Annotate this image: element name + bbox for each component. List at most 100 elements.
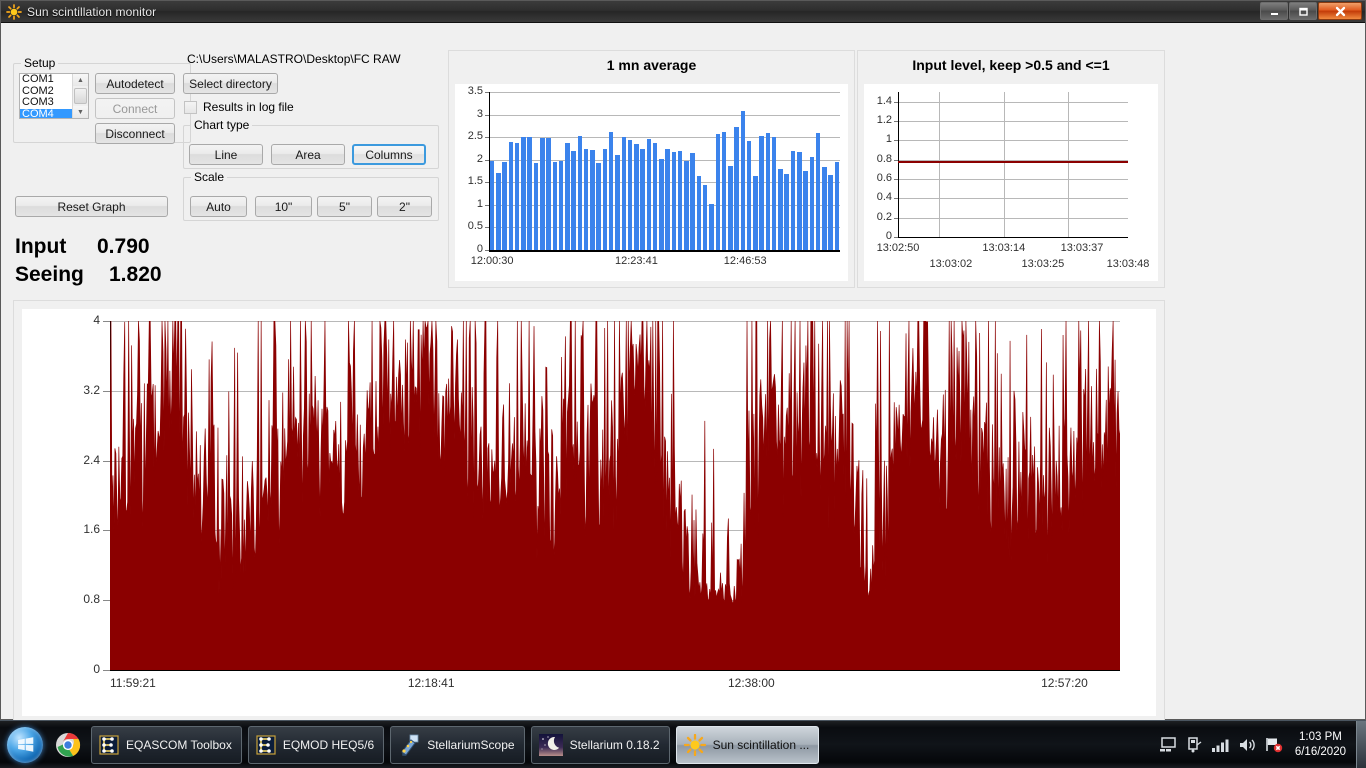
bar[interactable] [815, 132, 821, 250]
bar[interactable] [514, 143, 520, 250]
taskbar-button-stellarium[interactable]: Stellarium 0.18.2 [530, 725, 670, 764]
bar[interactable] [721, 132, 727, 250]
y-axis-tick-label: 3 [476, 107, 483, 120]
grid-line [898, 140, 1128, 142]
bar[interactable] [634, 143, 639, 250]
usb-eject-icon[interactable] [1186, 736, 1202, 753]
select-directory-button[interactable]: Select directory [183, 73, 278, 94]
autodetect-button[interactable]: Autodetect [95, 73, 175, 94]
bar[interactable] [784, 174, 789, 250]
bar[interactable] [596, 163, 601, 250]
bar[interactable] [558, 161, 564, 250]
scroll-down-icon[interactable]: ▼ [73, 106, 88, 118]
scale-10s-button[interactable]: 10" [255, 196, 312, 217]
x-axis [898, 237, 1128, 238]
bar[interactable] [489, 161, 495, 250]
x-axis-tick-label: 12:00:30 [470, 255, 514, 267]
bar[interactable] [608, 132, 614, 250]
bar[interactable] [540, 137, 545, 250]
results-log-checkbox[interactable] [184, 100, 197, 114]
bar[interactable] [552, 161, 558, 250]
bar[interactable] [621, 136, 626, 250]
bar[interactable] [665, 148, 670, 250]
connect-button[interactable]: Connect [95, 98, 175, 119]
reset-graph-button[interactable]: Reset Graph [15, 196, 168, 217]
bar[interactable] [640, 149, 645, 250]
one-minute-average-chart[interactable]: 0 0.5 1 1.5 2 2.5 3 3.5 12:00:30 12:23:41 12:46:53 [455, 84, 848, 281]
bar[interactable] [652, 143, 658, 250]
bar[interactable] [521, 136, 526, 250]
bar[interactable] [533, 163, 539, 250]
scale-5s-button[interactable]: 5" [317, 196, 372, 217]
bar[interactable] [696, 176, 702, 250]
bar[interactable] [508, 141, 514, 250]
bar[interactable] [753, 175, 758, 250]
taskbar-button-eqascom-toolbox[interactable]: EQASCOM Toolbox [91, 725, 242, 764]
bar[interactable] [690, 153, 695, 250]
monitor-icon[interactable] [1159, 737, 1177, 752]
bar[interactable] [527, 137, 532, 250]
taskbar-button-eqmod-heq5-6[interactable]: EQMOD HEQ5/6 [247, 725, 385, 764]
results-log-checkbox-row[interactable]: Results in log file [184, 100, 294, 114]
scrollbar-thumb[interactable] [74, 88, 87, 104]
start-button[interactable] [2, 723, 48, 767]
bar[interactable] [502, 161, 507, 250]
bar[interactable] [659, 159, 664, 250]
bar[interactable] [803, 171, 808, 250]
com-list-scrollbar[interactable]: ▲ ▼ [72, 74, 88, 118]
bar[interactable] [822, 166, 827, 250]
bar[interactable] [684, 161, 689, 250]
network-signal-icon[interactable] [1211, 738, 1229, 752]
taskbar-button-stellariumscope[interactable]: StellariumScope [390, 725, 525, 764]
bar[interactable] [834, 162, 840, 250]
bar[interactable] [646, 139, 652, 250]
bar[interactable] [577, 135, 583, 250]
scroll-up-icon[interactable]: ▲ [73, 74, 88, 86]
minimize-button[interactable] [1260, 2, 1288, 20]
chart-type-area-button[interactable]: Area [271, 144, 345, 165]
bar[interactable] [746, 140, 752, 250]
bar[interactable] [809, 156, 815, 250]
window-titlebar[interactable]: Sun scintillation monitor [1, 1, 1365, 23]
grid-line [939, 92, 941, 237]
chart-type-line-button[interactable]: Line [189, 144, 263, 165]
maximize-button[interactable] [1289, 2, 1317, 20]
chart-type-columns-button[interactable]: Columns [352, 144, 426, 165]
close-button[interactable] [1318, 2, 1362, 20]
show-desktop-button[interactable] [1356, 721, 1366, 768]
bar[interactable] [590, 150, 595, 250]
quick-launch-chrome[interactable] [48, 723, 88, 767]
bar[interactable] [728, 166, 733, 250]
bar[interactable] [828, 175, 833, 250]
bar[interactable] [734, 126, 739, 250]
bar[interactable] [496, 173, 501, 250]
raw-scintillation-chart[interactable]: 0 0.8 1.6 2.4 3.2 4 11:59:21 12:18:41 12:38:00 12… [22, 309, 1156, 716]
bar[interactable] [740, 110, 746, 250]
bar[interactable] [677, 151, 683, 250]
bar[interactable] [702, 185, 708, 250]
bar[interactable] [715, 133, 721, 250]
volume-icon[interactable] [1238, 737, 1256, 753]
scale-2s-button[interactable]: 2" [377, 196, 432, 217]
bar[interactable] [797, 151, 802, 250]
bar[interactable] [627, 140, 633, 250]
disconnect-button[interactable]: Disconnect [95, 123, 175, 144]
bar[interactable] [765, 133, 771, 250]
bar[interactable] [771, 137, 777, 250]
bar[interactable] [778, 168, 783, 250]
bar[interactable] [571, 151, 576, 250]
bar[interactable] [759, 135, 764, 250]
action-center-flag-icon[interactable] [1265, 736, 1283, 753]
taskbar-button-sun-scintillation[interactable]: Sun scintillation ... [675, 725, 820, 764]
bar[interactable] [709, 203, 714, 250]
bar[interactable] [790, 150, 796, 250]
bar[interactable] [546, 137, 551, 250]
bar[interactable] [565, 142, 570, 250]
scale-auto-button[interactable]: Auto [190, 196, 247, 217]
input-level-chart[interactable]: 0 0.2 0.4 0.6 0.8 1 1.2 1.4 13:02:50 13:03:14 13:0… [864, 84, 1158, 281]
bar[interactable] [583, 149, 589, 250]
bar[interactable] [615, 155, 620, 250]
bar[interactable] [602, 149, 608, 250]
bar[interactable] [671, 151, 677, 250]
taskbar-clock[interactable]: 1:03 PM 6/16/2020 [1291, 730, 1356, 760]
